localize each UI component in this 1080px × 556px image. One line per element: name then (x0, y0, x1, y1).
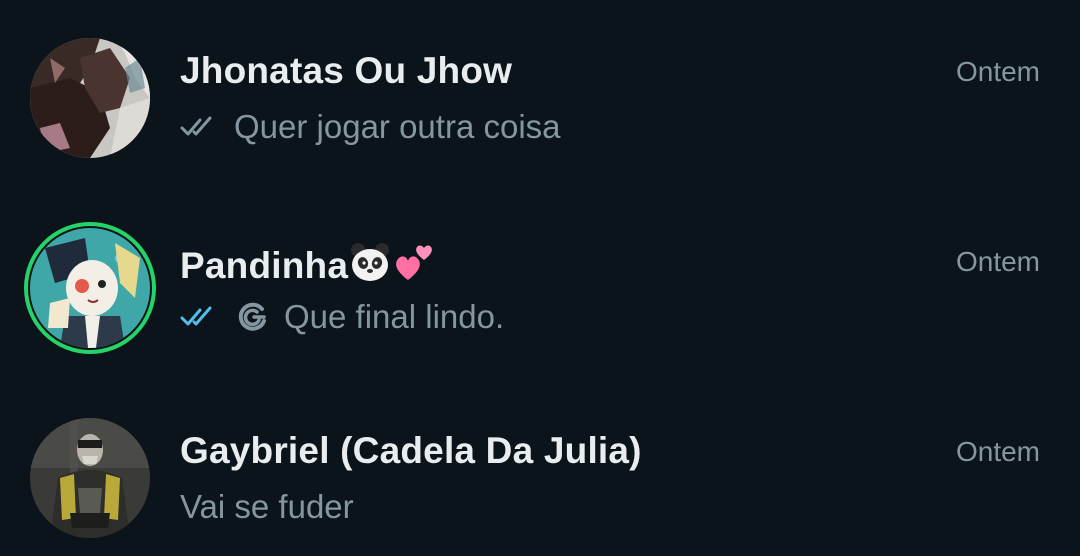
last-message-time: Ontem (955, 56, 1040, 87)
chat-list: Jhonatas Ou Jhow Ontem Quer jogar outra … (0, 0, 1080, 556)
message-preview: Que final lindo. (180, 298, 504, 336)
two-hearts-emoji-icon (392, 240, 436, 284)
avatar[interactable] (30, 38, 150, 158)
message-preview: Quer jogar outra coisa (180, 108, 561, 146)
last-message-time: Ontem (955, 436, 1040, 467)
panda-emoji-icon (348, 240, 392, 284)
contact-name: Pandinha (180, 240, 436, 287)
chat-row-jhonatas[interactable] (0, 0, 1080, 190)
preview-text: Quer jogar outra coisa (234, 108, 561, 145)
avatar[interactable] (30, 418, 150, 538)
view-once-icon (234, 299, 270, 335)
message-preview: Vai se fuder (180, 488, 354, 526)
double-check-read-icon (180, 305, 220, 329)
preview-text: Que final lindo. (284, 298, 505, 335)
contact-name: Gaybriel (Cadela Da Julia) (180, 430, 642, 471)
avatar[interactable] (30, 228, 150, 348)
last-message-time: Ontem (955, 246, 1040, 277)
contact-name: Jhonatas Ou Jhow (180, 50, 513, 91)
chat-row-pandinha[interactable] (0, 190, 1080, 380)
preview-text: Vai se fuder (180, 488, 354, 525)
double-check-icon (180, 115, 220, 139)
